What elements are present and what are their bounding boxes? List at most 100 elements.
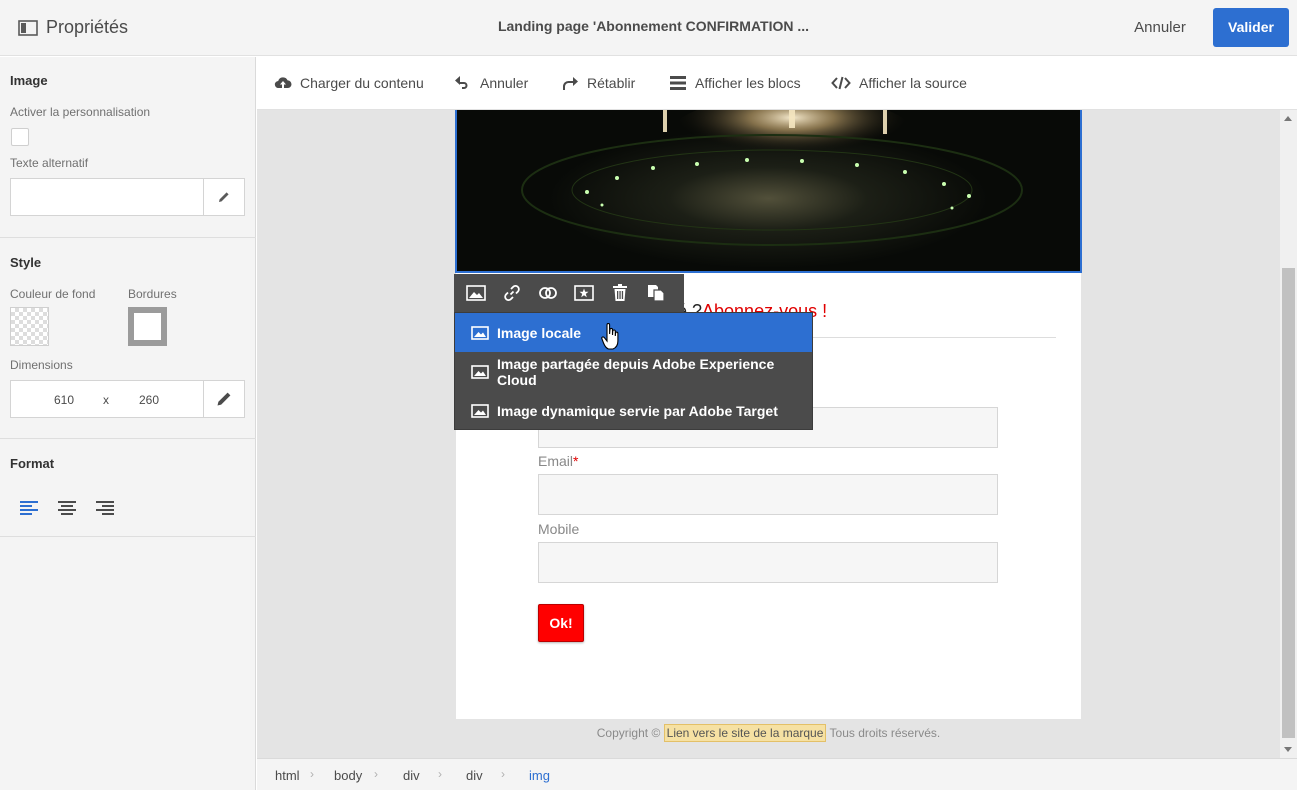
properties-panel: Image Activer la personnalisation Texte … — [0, 57, 256, 790]
menu-item-label: Image dynamique servie par Adobe Target — [497, 402, 778, 419]
image-icon — [466, 285, 486, 301]
personalization-label: Activer la personnalisation — [10, 105, 151, 119]
borders-label: Bordures — [128, 287, 177, 301]
redo-button[interactable]: Rétablir — [561, 73, 635, 93]
menu-item-label: Image locale — [497, 324, 582, 341]
link-icon — [503, 284, 521, 302]
fountain-image[interactable] — [455, 110, 1082, 273]
image-icon — [471, 403, 489, 418]
cancel-button[interactable]: Annuler — [1122, 17, 1198, 39]
duplicate-icon — [647, 284, 665, 302]
image-context-toolbar — [454, 274, 684, 312]
required-mark: * — [573, 453, 579, 469]
dimension-separator: x — [103, 393, 109, 407]
borders-swatch[interactable] — [128, 307, 167, 346]
editor-canvas: rmé ?Abonnez-vous ! Email* Mobile Ok! Co… — [257, 110, 1280, 758]
blocks-icon — [669, 75, 687, 91]
alt-text-edit-button[interactable] — [203, 179, 244, 215]
chevron-right-icon: › — [501, 767, 505, 781]
chevron-right-icon: › — [374, 767, 378, 781]
code-icon — [831, 75, 851, 91]
redo-label: Rétablir — [587, 75, 636, 91]
email-label: Email* — [538, 453, 578, 469]
divider — [0, 237, 256, 238]
show-source-button[interactable]: Afficher la source — [831, 73, 967, 93]
scroll-up-arrow-icon[interactable] — [1284, 116, 1292, 121]
menu-item-local-image[interactable]: Image locale — [455, 313, 812, 352]
width-input[interactable]: 610 — [46, 393, 82, 407]
bg-color-label: Couleur de fond — [10, 287, 96, 301]
chevron-right-icon: › — [438, 767, 442, 781]
show-blocks-button[interactable]: Afficher les blocs — [669, 73, 801, 93]
pencil-icon — [218, 191, 230, 203]
creative-cloud-button[interactable] — [530, 278, 566, 308]
image-icon — [471, 325, 489, 340]
breadcrumb-div[interactable]: div — [403, 768, 420, 783]
align-right-button[interactable] — [94, 497, 116, 519]
pencil-icon — [216, 391, 232, 407]
cloud-upload-icon — [274, 75, 292, 91]
mobile-label: Mobile — [538, 521, 580, 537]
star-frame-icon — [574, 285, 594, 301]
email-field[interactable] — [538, 474, 998, 515]
dimensions-label: Dimensions — [10, 358, 73, 372]
creative-cloud-icon — [538, 285, 558, 301]
personalization-checkbox[interactable] — [11, 128, 29, 146]
align-center-icon — [57, 500, 77, 516]
trash-icon — [612, 284, 628, 302]
duplicate-button[interactable] — [638, 278, 674, 308]
email-label-text: Email — [538, 453, 574, 469]
validate-button[interactable]: Valider — [1213, 8, 1289, 47]
breadcrumb-div-inner[interactable]: div — [466, 768, 483, 783]
ok-button[interactable]: Ok! — [538, 604, 584, 642]
image-section-title: Image — [10, 73, 48, 88]
menu-item-label: Image partagée depuis Adobe Experience C… — [497, 355, 775, 388]
copyright-prefix: Copyright © — [596, 726, 661, 740]
image-icon — [471, 364, 489, 379]
align-right-icon — [95, 500, 115, 516]
brand-site-link[interactable]: Lien vers le site de la marque — [663, 724, 827, 742]
editor-toolbar: Charger du contenu Annuler Rétablir Affi… — [257, 57, 1297, 110]
delete-button[interactable] — [602, 278, 638, 308]
page-title: Landing page 'Abonnement CONFIRMATION ..… — [497, 18, 810, 34]
format-section-title: Format — [10, 456, 55, 471]
scroll-down-arrow-icon[interactable] — [1284, 747, 1292, 752]
show-source-label: Afficher la source — [859, 75, 967, 91]
alt-text-input[interactable] — [10, 178, 245, 216]
align-left-icon — [19, 500, 39, 516]
undo-button[interactable]: Annuler — [454, 73, 528, 93]
dimensions-field: 610 x 260 — [10, 380, 245, 418]
menu-item-shared-image[interactable]: Image partagée depuis Adobe Experience C… — [455, 352, 812, 391]
align-left-button[interactable] — [18, 497, 40, 519]
undo-label: Annuler — [480, 75, 529, 91]
redo-icon — [561, 75, 579, 91]
align-center-button[interactable] — [56, 497, 78, 519]
mobile-field[interactable] — [538, 542, 998, 583]
insert-link-button[interactable] — [494, 278, 530, 308]
target-button[interactable] — [566, 278, 602, 308]
menu-item-dynamic-image[interactable]: Image dynamique servie par Adobe Target — [455, 391, 812, 430]
image-source-button[interactable] — [458, 278, 494, 308]
chevron-right-icon: › — [310, 767, 314, 781]
style-section-title: Style — [10, 255, 42, 270]
undo-icon — [454, 75, 472, 91]
copyright-suffix: Tous droits réservés. — [829, 726, 941, 740]
upload-content-label: Charger du contenu — [300, 75, 424, 91]
divider — [0, 536, 256, 537]
show-blocks-label: Afficher les blocs — [695, 75, 801, 91]
copyright-footer: Copyright © Lien vers le site de la marq… — [257, 724, 1280, 742]
alt-text-label: Texte alternatif — [10, 156, 89, 170]
divider — [0, 438, 256, 439]
dimensions-edit-button[interactable] — [203, 381, 244, 417]
image-source-menu: Image locale Image partagée depuis Adobe… — [454, 312, 813, 430]
upload-content-button[interactable]: Charger du contenu — [274, 73, 424, 93]
bg-color-swatch[interactable] — [10, 307, 49, 346]
breadcrumb-img[interactable]: img — [529, 768, 550, 783]
breadcrumb-html[interactable]: html — [275, 768, 300, 783]
canvas-scrollbar[interactable] — [1280, 110, 1297, 758]
breadcrumb-body[interactable]: body — [334, 768, 362, 783]
dom-breadcrumb: html › body › div › div › img — [257, 758, 1297, 790]
scrollbar-thumb[interactable] — [1282, 268, 1295, 738]
hand-cursor-icon — [601, 323, 619, 351]
height-input[interactable]: 260 — [131, 393, 167, 407]
